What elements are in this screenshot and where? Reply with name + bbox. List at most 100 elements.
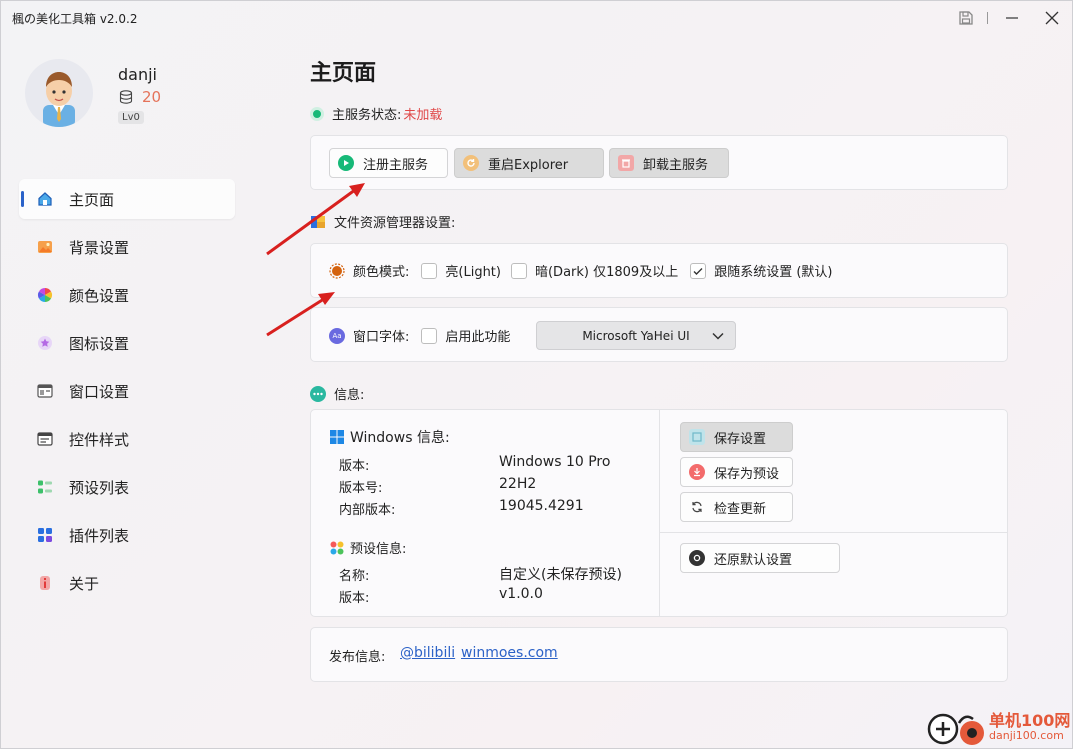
unload-service-button[interactable]: 卸载主服务 [609,148,729,178]
sidebar-item-window[interactable]: 窗口设置 [19,371,235,411]
color-wheel-icon [37,287,53,303]
sidebar-item-label: 背景设置 [69,238,130,257]
preset-info-title: 预设信息: [350,542,407,557]
sidebar-item-label: 插件列表 [69,526,130,545]
sidebar-item-label: 颜色设置 [69,286,130,305]
windows-info-heading: Windows 信息: [330,427,450,447]
avatar[interactable] [25,59,93,127]
info-key: 名称: [339,569,370,584]
windows-info-title: Windows 信息: [350,430,450,446]
preset-info-heading: 预设信息: [330,538,406,557]
check-icon [693,267,703,275]
sidebar-item-label: 图标设置 [69,334,130,353]
image-icon [37,239,53,255]
info-value: v1.0.0 [499,586,543,602]
sidebar-item-presets[interactable]: 预设列表 [19,467,235,507]
save-icon [689,429,705,445]
close-button[interactable] [1037,5,1067,31]
color-mode-icon [329,262,345,279]
release-label: 发布信息: [329,650,386,665]
info-key: 版本号: [339,481,383,496]
follow-system-checkbox[interactable] [690,262,707,279]
control-icon [37,431,53,447]
info-value: 22H2 [499,476,537,492]
watermark-logo-icon [927,713,984,745]
sidebar-item-label: 关于 [69,574,100,593]
status-value: 未加载 [403,108,443,123]
sidebar-item-icons[interactable]: 图标设置 [19,323,235,363]
register-service-button[interactable]: 注册主服务 [329,148,448,178]
list-icon [37,479,53,495]
restore-icon [689,550,705,566]
level-badge: Lv0 [118,111,144,124]
divider [660,532,1008,533]
play-icon [338,155,354,171]
restart-explorer-button[interactable]: 重启Explorer [454,148,604,178]
dark-mode-checkbox[interactable] [510,262,527,279]
button-label: 重启Explorer [488,157,569,173]
font-enable-label: 启用此功能 [445,330,511,345]
font-enable-checkbox[interactable] [421,327,438,344]
minimize-button[interactable] [997,5,1027,31]
star-icon [37,335,53,351]
more-icon [310,385,326,402]
info-heading: 信息: [310,384,364,403]
sidebar-item-colors[interactable]: 颜色设置 [19,275,235,315]
coin-balance: 20 [118,88,161,106]
button-label: 注册主服务 [363,157,429,173]
save-preset-button[interactable]: 保存为预设 [680,457,793,487]
section-title: 信息: [334,388,365,403]
window-font-row: Aa 窗口字体: 启用此功能 [329,326,510,345]
sidebar-item-about[interactable]: 关于 [19,563,235,603]
divider [659,409,660,617]
font-select-value: Microsoft YaHei UI [582,328,690,343]
check-update-button[interactable]: 检查更新 [680,492,793,522]
sidebar-item-label: 主页面 [69,190,115,209]
sidebar-item-plugins[interactable]: 插件列表 [19,515,235,555]
watermark-title: 单机100网 [989,710,1071,730]
title-bar: 楓の美化工具箱 v2.0.2 [1,1,1072,35]
save-settings-button[interactable]: 保存设置 [680,422,793,452]
follow-system-label: 跟随系统设置 (默认) [714,265,833,280]
sidebar-item-controls[interactable]: 控件样式 [19,419,235,459]
dark-mode-label: 暗(Dark) 仅1809及以上 [534,265,679,280]
sidebar-nav: 主页面 背景设置 颜色设置 图标设置 窗口设置 控件样式 预设列表 插件列表 关… [19,179,235,611]
title-separator [987,12,988,24]
sidebar-item-label: 预设列表 [69,478,130,497]
info-value: 19045.4291 [499,498,584,514]
sidebar-item-label: 窗口设置 [69,382,130,401]
light-mode-checkbox[interactable] [421,262,438,279]
button-label: 保存设置 [714,431,767,447]
watermark-url: danji100.com [989,728,1064,742]
info-key: 内部版本: [339,503,396,518]
font-select[interactable]: Microsoft YaHei UI [536,321,736,350]
button-label: 还原默认设置 [714,552,793,568]
coin-count: 20 [142,88,162,106]
bilibili-link[interactable]: @bilibili [400,645,455,661]
light-mode-label: 亮(Light) [445,265,501,280]
color-mode-row: 颜色模式: 亮(Light) 暗(Dark) 仅1809及以上 跟随系统设置 (… [329,261,832,280]
sync-icon [689,499,705,515]
home-icon [37,191,53,207]
windows-logo-icon [330,430,344,444]
app-title: 楓の美化工具箱 v2.0.2 [12,12,138,26]
button-label: 检查更新 [714,501,767,517]
window-icon [37,383,53,399]
username: danji [118,65,157,84]
sidebar-item-label: 控件样式 [69,430,130,449]
save-icon[interactable] [951,5,981,31]
info-key: 版本: [339,459,370,474]
trash-icon [618,155,634,171]
annotation-arrow [266,183,365,256]
sidebar-item-home[interactable]: 主页面 [19,179,235,219]
button-label: 保存为预设 [714,466,780,482]
restore-defaults-button[interactable]: 还原默认设置 [680,543,840,573]
watermark: 单机100网 danji100.com [925,707,1070,747]
website-link[interactable]: winmoes.com [461,645,558,661]
chevron-down-icon [711,329,725,346]
sidebar-item-background[interactable]: 背景设置 [19,227,235,267]
refresh-icon [463,155,479,171]
preset-icon [330,541,344,555]
plugin-icon [37,527,53,543]
info-value: 自定义(未保存预设) [499,567,622,583]
